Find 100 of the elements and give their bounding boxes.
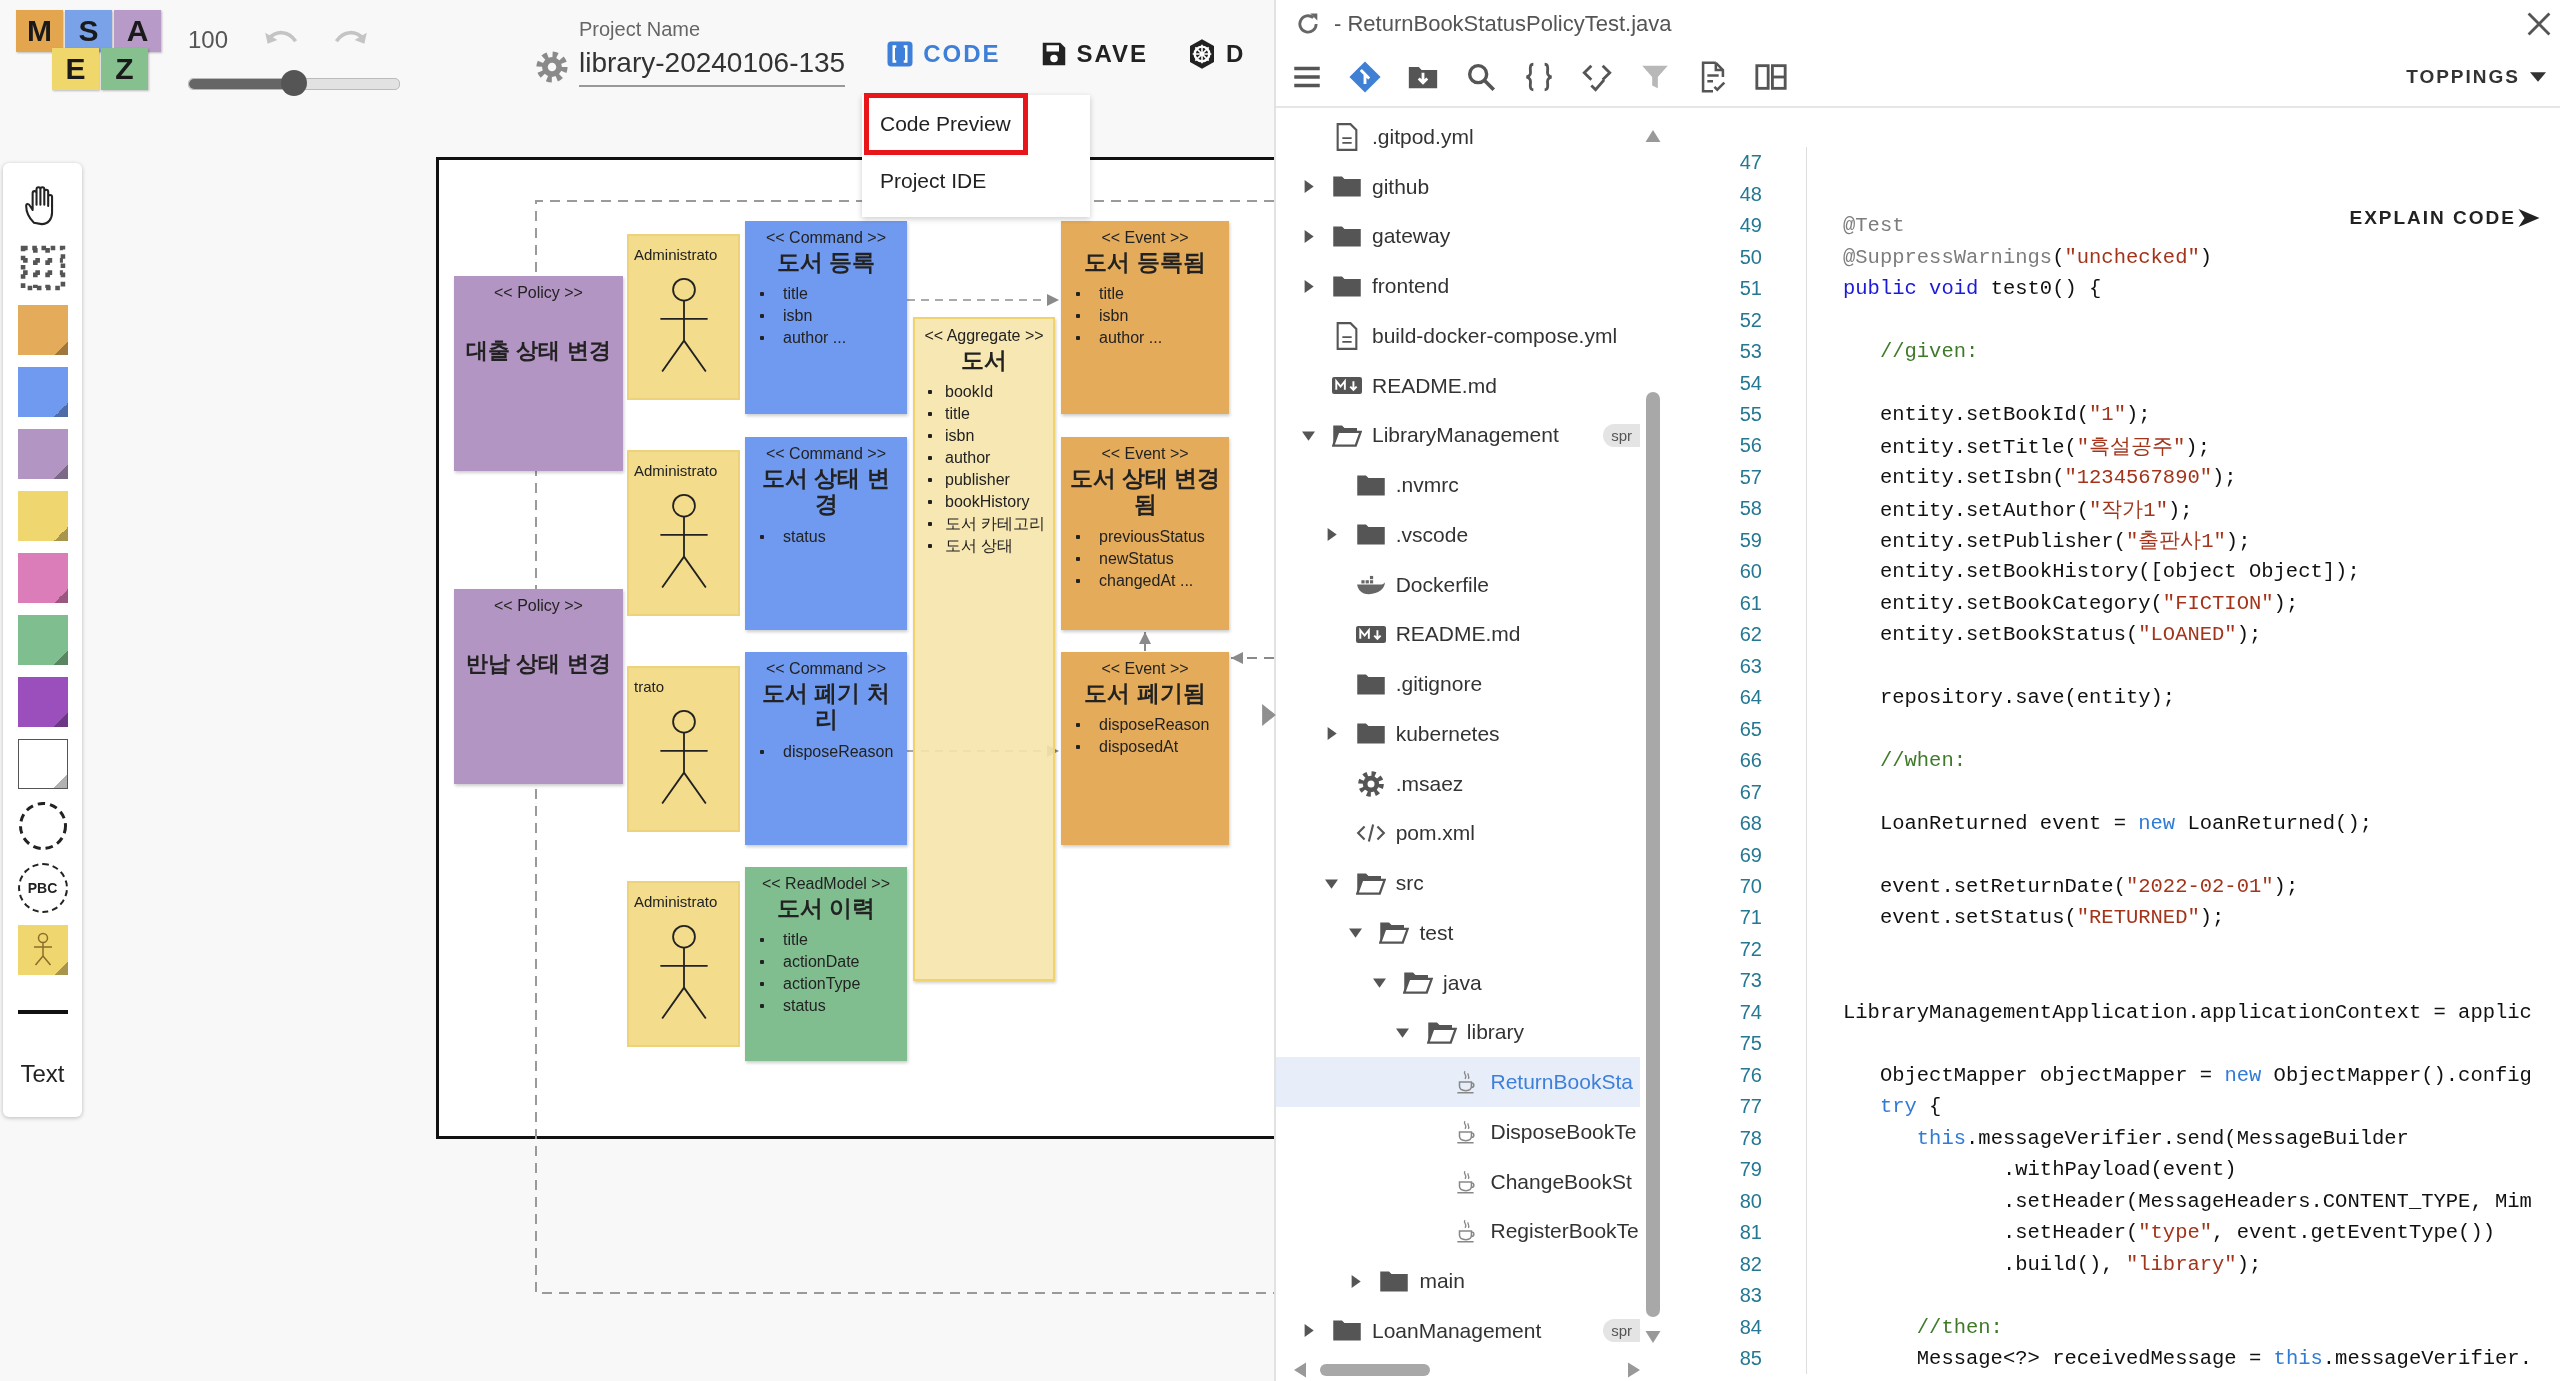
code-line: public void test0() { (1843, 277, 2102, 301)
tree-item[interactable]: .msaez (1276, 758, 1640, 809)
project-name-field[interactable]: library-20240106-135 (579, 41, 846, 87)
tree-item-label: .msaez (1395, 771, 1464, 796)
dashed-circle-icon[interactable] (17, 801, 68, 851)
arrow-icon (2518, 209, 2540, 227)
tree-item[interactable]: README.md (1276, 360, 1640, 411)
caret-icon[interactable] (1325, 528, 1339, 542)
menu-item[interactable]: Project IDE (866, 153, 1001, 209)
actor-sticky[interactable]: Administrato (627, 881, 740, 1047)
zoom-slider[interactable] (188, 70, 400, 96)
caret-icon[interactable] (1348, 926, 1362, 940)
sticky-stereotype: << Command >> (765, 660, 887, 678)
tree-item[interactable]: test (1276, 908, 1640, 958)
sticky-note-icon[interactable] (17, 739, 68, 789)
folder-icon (1332, 1318, 1362, 1344)
policy-sticky[interactable]: << Policy >> 대출 상태 변경 (454, 276, 623, 471)
code-icon (1355, 822, 1386, 845)
read-model-sticky[interactable]: << ReadModel >> 도서 이력 title actionDate actionType status (745, 867, 907, 1061)
tree-item-label: frontend (1372, 274, 1450, 299)
tree-item[interactable]: LoanManagement spr (1276, 1306, 1640, 1356)
tree-item-label: src (1395, 871, 1424, 896)
tree-item[interactable]: .gitpod.yml (1276, 112, 1640, 162)
line-number: 49 (1678, 209, 1807, 242)
settings-icon[interactable] (535, 50, 569, 84)
selection-icon[interactable] (19, 245, 66, 291)
code-line: entity.setTitle("흑설공주"); (1878, 434, 2210, 460)
code-line: event.setStatus("RETURNED"); (1878, 906, 2225, 930)
command-sticky[interactable]: << Command >> 도서 폐기 처리 disposeReason (745, 652, 907, 845)
code-button[interactable]: CODE (881, 34, 1005, 74)
event-sticky[interactable]: << Event >> 도서 등록됨 title isbn author ... (1061, 221, 1229, 414)
tree-item[interactable]: github (1276, 161, 1640, 212)
tree-item[interactable]: LibraryManagement spr (1276, 410, 1640, 461)
line-number: 80 (1678, 1185, 1807, 1217)
event-sticky[interactable]: << Event >> 도서 폐기됨 disposeReason disposedAt (1061, 652, 1229, 845)
aggregate-sticky[interactable]: << Aggregate >> 도서 bookId title isbn author publisher bookHistory 도서 카테고리 도서 상태 (913, 317, 1055, 981)
sticky-stereotype: << Aggregate >> (924, 327, 1044, 345)
code-line: ObjectMapper objectMapper = new ObjectMapper().config (1878, 1063, 2532, 1087)
sticky-title: 도서 상태 변경됨 (1068, 465, 1222, 518)
caret-icon[interactable] (1372, 976, 1386, 990)
collapse-handle-icon[interactable] (1262, 704, 1276, 726)
tree-item[interactable]: src (1276, 858, 1640, 908)
tree-item[interactable]: README.md (1276, 609, 1640, 660)
code-line: LibraryManagementApplication.applicationContext = applic (1843, 1000, 2532, 1024)
tree-item[interactable]: RegisterBookTe (1276, 1206, 1640, 1257)
code-line: event.setReturnDate("2022-02-01"); (1878, 875, 2299, 898)
command-sticky[interactable]: << Command >> 도서 등록 title isbn author ... (745, 221, 907, 414)
scroll-left-icon[interactable] (1294, 1362, 1306, 1378)
tree-item[interactable]: .gitignore (1276, 659, 1640, 709)
code-line: entity.setBookCategory("FICTION"); (1878, 591, 2299, 615)
actor-sticky[interactable]: trato (627, 666, 740, 832)
logo-letter: A (114, 10, 161, 52)
text-tool[interactable]: Text (20, 1060, 65, 1088)
scroll-down-icon[interactable] (1645, 1331, 1661, 1343)
deploy-button[interactable]: D (1182, 34, 1250, 74)
line-number: 56 (1678, 430, 1807, 462)
tree-item[interactable]: java (1276, 957, 1640, 1008)
actor-sticky[interactable]: Administrato (627, 234, 740, 400)
code-line: this.messageVerifier.send(MessageBuilder (1915, 1126, 2409, 1150)
line-number: 53 (1678, 335, 1807, 368)
open-folder-icon (1403, 970, 1434, 996)
scroll-right-icon[interactable] (1628, 1362, 1640, 1378)
brackets-icon[interactable] (885, 39, 916, 69)
pbc-tool[interactable]: PBC (17, 863, 68, 913)
code-line: @SuppressWarnings("unchecked") (1843, 245, 2213, 269)
tree-item[interactable]: pom.xml (1276, 808, 1640, 859)
actor-sticky[interactable]: Administrato (627, 450, 740, 616)
tree-item[interactable]: frontend (1276, 261, 1640, 311)
command-sticky[interactable]: << Command >> 도서 상태 변경 status (745, 437, 907, 630)
toppings-dropdown[interactable]: TOPPINGS (2400, 65, 2552, 89)
code-line: .build(), "library"); (2001, 1252, 2262, 1276)
close-icon[interactable] (2526, 11, 2552, 37)
coffee-cup-icon (1454, 1069, 1477, 1096)
tree-item[interactable]: .vscode (1276, 510, 1640, 560)
menu-item[interactable]: Code Preview (866, 95, 1026, 153)
tree-item[interactable]: .nvmrc (1276, 460, 1640, 510)
line-number: 52 (1678, 304, 1807, 336)
tree-item[interactable]: Dockerfile (1276, 559, 1640, 610)
tree-item[interactable]: DisposeBookTe (1276, 1107, 1640, 1157)
code-line: //then: (1915, 1315, 2003, 1339)
tree-item[interactable]: main (1276, 1256, 1640, 1306)
caret-icon[interactable] (1325, 727, 1339, 741)
tree-item[interactable]: ChangeBookSt (1276, 1156, 1640, 1207)
horizontal-scrollbar[interactable] (1294, 1361, 1640, 1379)
scroll-up-icon[interactable] (1645, 130, 1661, 142)
sticky-stereotype: << ReadModel >> (761, 875, 891, 893)
git-icon[interactable] (1348, 60, 1382, 94)
file-icon (1335, 321, 1359, 350)
tree-item-label: pom.xml (1395, 821, 1476, 846)
tree-item[interactable]: build-docker-compose.yml (1276, 311, 1640, 361)
save-button[interactable]: SAVE (1034, 34, 1153, 74)
tree-item-label: RegisterBookTe (1490, 1219, 1639, 1244)
tree-item[interactable]: kubernetes (1276, 709, 1640, 759)
event-sticky[interactable]: << Event >> 도서 상태 변경됨 previousStatus newStatus changedAt ... (1061, 437, 1229, 630)
tree-item[interactable]: library (1276, 1007, 1640, 1058)
code-line: entity.setBookHistory([object Object]); (1878, 560, 2360, 584)
line-number: 70 (1678, 870, 1807, 903)
tree-item[interactable]: gateway (1276, 211, 1640, 262)
policy-sticky[interactable]: << Policy >> 반납 상태 변경 (454, 589, 623, 784)
actor-sticky-icon[interactable] (17, 925, 68, 975)
